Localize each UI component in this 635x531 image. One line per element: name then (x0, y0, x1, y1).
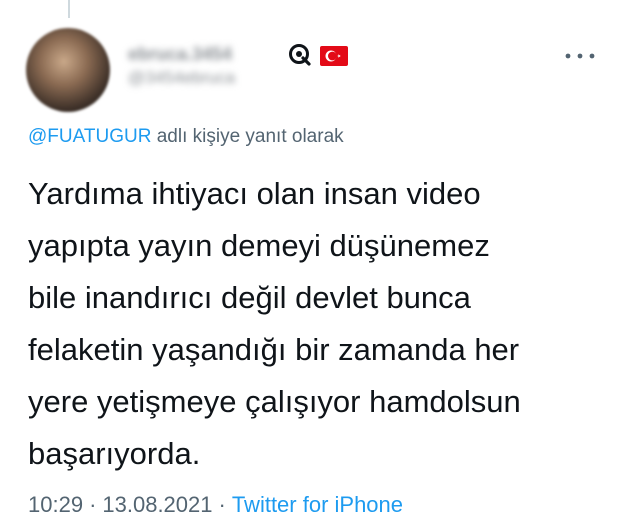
tweet-text-line: bile inandırıcı değil devlet bunca (28, 280, 471, 315)
turkey-flag-icon (320, 46, 348, 66)
author-display-name[interactable]: ebruca.3454 (128, 44, 232, 65)
avatar[interactable] (26, 28, 110, 112)
tweet-meta: 10:29 · 13.08.2021 · Twitter for iPhone (28, 492, 403, 518)
tweet-header: ebruca.3454 @3454ebruca (128, 40, 598, 100)
tweet-text-line: başarıyorda. (28, 436, 201, 471)
tweet-time[interactable]: 10:29 (28, 492, 83, 517)
tweet-text-line: yapıpta yayın demeyi düşünemez (28, 228, 490, 263)
tweet-text-line: yere yetişmeye çalışıyor hamdolsun (28, 384, 521, 419)
tweet-text-line: Yardıma ihtiyacı olan insan video (28, 176, 481, 211)
meta-separator: · (89, 492, 97, 517)
tweet-text-line: felaketin yaşandığı bir zamanda her (28, 332, 520, 367)
author-handle[interactable]: @3454ebruca (128, 68, 235, 88)
meta-separator: · (218, 492, 226, 517)
reply-context: @FUATUGUR adlı kişiye yanıt olarak (28, 126, 344, 148)
reply-to-handle-link[interactable]: @FUATUGUR (28, 126, 151, 147)
more-options-icon[interactable] (562, 48, 598, 64)
verified-badge-icon (289, 44, 311, 66)
reply-context-suffix: adlı kişiye yanıt olarak (151, 126, 344, 147)
thread-connector-line (68, 0, 70, 18)
tweet-source-link[interactable]: Twitter for iPhone (232, 492, 403, 517)
tweet-text: Yardıma ihtiyacı olan insan video yapıpt… (28, 168, 608, 480)
tweet-date[interactable]: 13.08.2021 (102, 492, 212, 517)
